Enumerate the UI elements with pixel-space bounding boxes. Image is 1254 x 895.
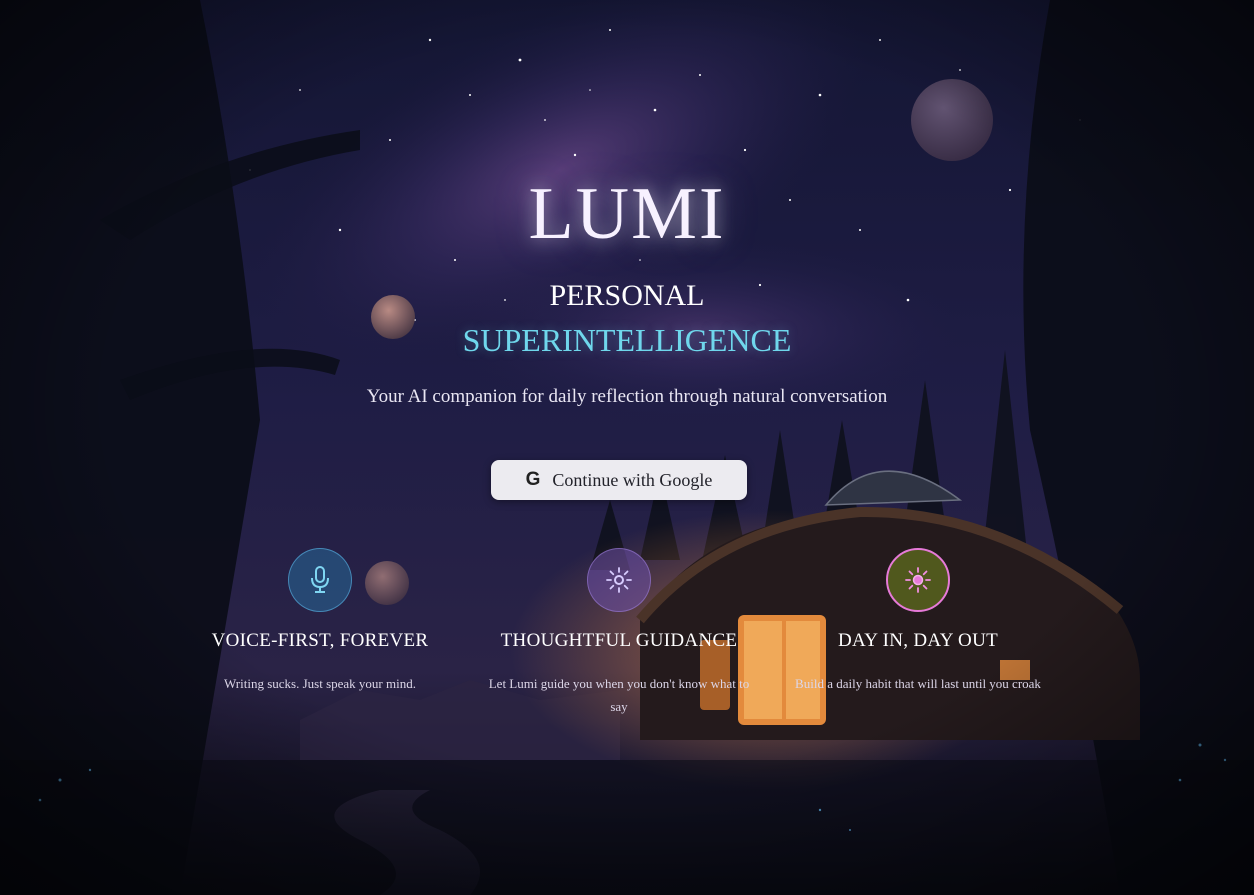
landing-page: LUMI PERSONAL SUPERINTELLIGENCE Your AI … [0, 0, 1254, 895]
google-icon: G [525, 469, 541, 490]
feature-title: THOUGHTFUL GUIDANCE [500, 630, 738, 651]
lumi-wordmark: LUMI [528, 173, 726, 255]
feature-description: Build a daily habit that will last until… [795, 676, 1041, 691]
feature-title: DAY IN, DAY OUT [837, 630, 999, 651]
feature-title: VOICE-FIRST, FOREVER [211, 630, 429, 651]
microphone-icon [288, 548, 352, 612]
sun-icon [886, 548, 950, 612]
feature-description: Let Lumi guide you when you don't know w… [488, 676, 750, 714]
hero-subtitle: Your AI companion for daily reflection t… [366, 386, 888, 407]
feature-thoughtful-guidance: THOUGHTFUL GUIDANCE Let Lumi guide you w… [469, 548, 769, 718]
google-button-label: Continue with Google [552, 469, 713, 490]
hero-content: LUMI PERSONAL SUPERINTELLIGENCE Your AI … [0, 0, 1254, 895]
tagline-personal: PERSONAL [549, 279, 705, 312]
tagline-superintelligence: SUPERINTELLIGENCE [462, 322, 792, 358]
continue-with-google-button[interactable]: G Continue with Google [491, 460, 747, 500]
feature-description: Writing sucks. Just speak your mind. [224, 676, 416, 691]
feature-voice-first: VOICE-FIRST, FOREVER Writing sucks. Just… [170, 548, 470, 695]
feature-day-in-day-out: DAY IN, DAY OUT Build a daily habit that… [768, 548, 1068, 695]
sun-icon [587, 548, 651, 612]
